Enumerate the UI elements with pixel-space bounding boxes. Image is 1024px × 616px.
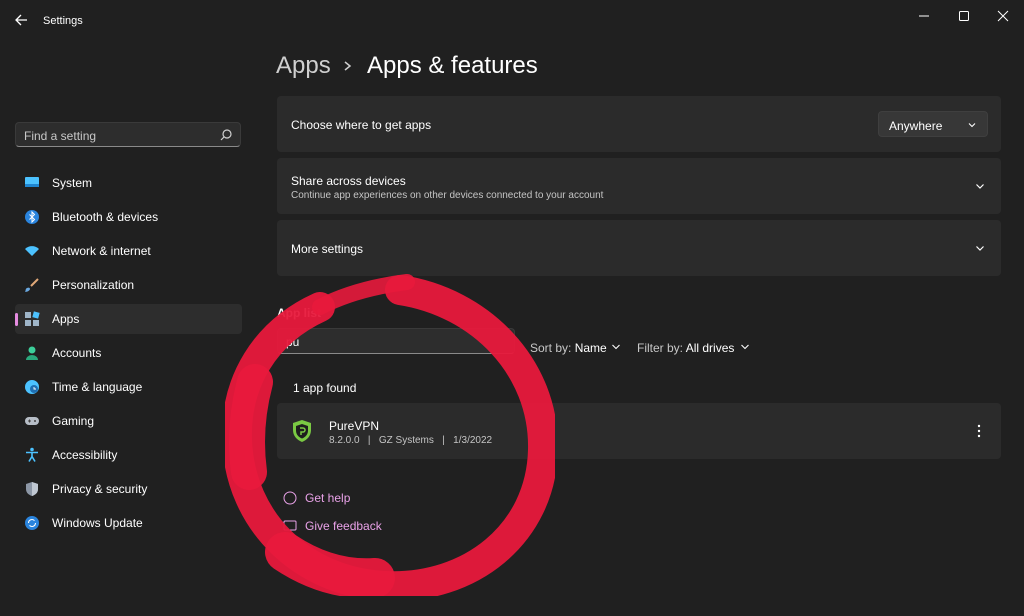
sidebar-item-label: Network & internet <box>52 244 151 258</box>
sidebar-item-label: Privacy & security <box>52 482 148 496</box>
sidebar-item-label: Apps <box>52 312 80 326</box>
app-version: 8.2.0.0 <box>329 435 360 446</box>
chevron-down-icon[interactable] <box>739 341 751 353</box>
title-bar: Settings <box>0 0 1024 44</box>
sidebar-item-network[interactable]: Network & internet <box>15 236 242 266</box>
gamepad-icon <box>25 417 39 425</box>
sidebar-item-label: Personalization <box>52 278 135 292</box>
chevron-right-icon <box>344 61 352 71</box>
chevron-down-icon[interactable] <box>610 341 622 353</box>
get-help-link[interactable]: Get help <box>305 491 350 505</box>
share-devices-card[interactable]: Share across devices Continue app experi… <box>277 158 1001 214</box>
app-publisher: GZ Systems <box>378 435 434 446</box>
filter-prefix: Filter by: <box>637 341 684 355</box>
maximize-icon[interactable] <box>954 6 974 26</box>
shield-icon <box>26 482 38 496</box>
sidebar-item-bluetooth[interactable]: Bluetooth & devices <box>15 202 242 232</box>
sidebar-item-accessibility[interactable]: Accessibility <box>15 440 242 470</box>
app-name: PureVPN <box>329 419 380 433</box>
app-list-heading: App list <box>277 306 321 320</box>
minimize-icon[interactable] <box>914 6 934 26</box>
more-settings-card[interactable]: More settings <box>277 220 1001 276</box>
sidebar-item-label: Accessibility <box>52 448 118 462</box>
get-apps-title: Choose where to get apps <box>291 118 432 132</box>
app-list-item[interactable]: PureVPN 8.2.0.0 | GZ Systems | 1/3/2022 <box>277 403 1001 459</box>
filter-value: All drives <box>685 341 735 355</box>
person-icon <box>26 346 38 360</box>
update-icon <box>25 516 39 530</box>
more-options-icon[interactable] <box>971 423 987 439</box>
bluetooth-icon <box>25 210 39 224</box>
breadcrumb-parent[interactable]: Apps <box>276 52 331 80</box>
sort-by-dropdown[interactable]: Sort by: Name <box>530 341 607 355</box>
page-title: Apps & features <box>367 52 538 79</box>
sidebar-item-label: Time & language <box>52 380 143 394</box>
sidebar-item-system[interactable]: System <box>15 168 242 198</box>
sidebar-item-privacy[interactable]: Privacy & security <box>15 474 242 504</box>
feedback-icon <box>283 520 297 531</box>
separator: | <box>362 435 377 446</box>
sidebar-item-label: Accounts <box>52 346 102 360</box>
sidebar-item-accounts[interactable]: Accounts <box>15 338 242 368</box>
chevron-down-icon[interactable] <box>974 180 986 192</box>
globe-clock-icon <box>25 380 39 394</box>
close-icon[interactable] <box>993 6 1013 26</box>
wifi-icon <box>25 246 39 256</box>
search-icon[interactable] <box>219 128 233 142</box>
sidebar-item-windows-update[interactable]: Windows Update <box>15 508 242 538</box>
active-indicator <box>15 313 18 326</box>
window-title: Settings <box>43 15 83 27</box>
sort-value: Name <box>574 341 607 355</box>
help-icon <box>283 491 297 505</box>
chevron-down-icon[interactable] <box>974 242 986 254</box>
sidebar-item-label: Gaming <box>52 414 95 428</box>
app-list-search[interactable]: pu <box>277 328 515 354</box>
get-apps-card: Choose where to get apps Anywhere <box>277 96 1001 152</box>
sidebar-item-time-language[interactable]: Time & language <box>15 372 242 402</box>
monitor-icon <box>25 177 39 187</box>
find-setting-search[interactable]: Find a setting <box>15 122 241 147</box>
apps-found-count: 1 app found <box>293 381 357 395</box>
chevron-down-icon <box>968 123 976 128</box>
back-arrow-icon[interactable] <box>12 10 32 30</box>
brush-icon <box>25 278 39 292</box>
give-feedback-link[interactable]: Give feedback <box>305 519 382 533</box>
apps-icon <box>25 311 40 326</box>
search-input-value: pu <box>286 335 300 349</box>
sidebar-item-personalization[interactable]: Personalization <box>15 270 242 300</box>
get-apps-dropdown[interactable]: Anywhere <box>878 111 988 137</box>
share-title: Share across devices <box>291 174 406 188</box>
sidebar-item-label: Bluetooth & devices <box>52 210 159 224</box>
dropdown-value: Anywhere <box>889 119 943 133</box>
sidebar-item-label: Windows Update <box>52 516 143 530</box>
app-details: 8.2.0.0 | GZ Systems | 1/3/2022 <box>329 435 492 446</box>
accessibility-icon <box>26 447 38 462</box>
search-placeholder: Find a setting <box>24 129 97 143</box>
more-settings-title: More settings <box>291 242 364 256</box>
sort-prefix: Sort by: <box>530 341 572 355</box>
app-install-date: 1/3/2022 <box>453 435 493 446</box>
purevpn-logo-icon <box>293 420 311 442</box>
separator: | <box>436 435 451 446</box>
sidebar-item-gaming[interactable]: Gaming <box>15 406 242 436</box>
share-subtitle: Continue app experiences on other device… <box>291 190 604 201</box>
sidebar-item-apps[interactable]: Apps <box>15 304 242 334</box>
filter-by-dropdown[interactable]: Filter by: All drives <box>637 341 734 355</box>
sidebar-item-label: System <box>52 176 93 190</box>
